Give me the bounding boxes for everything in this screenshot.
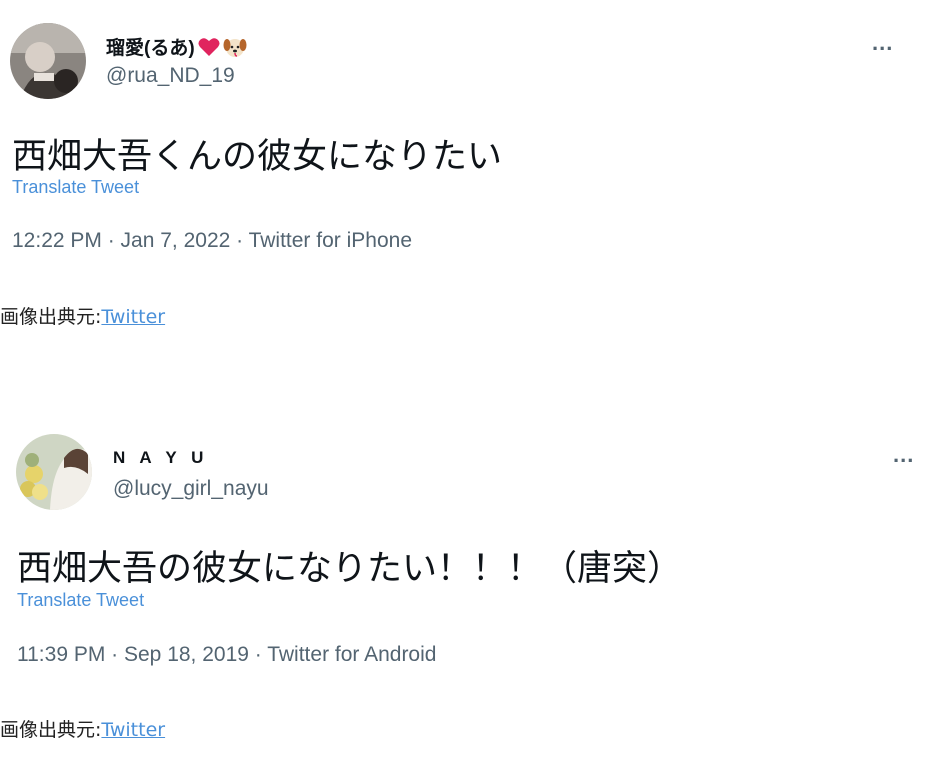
display-name[interactable]: 瑠愛(るあ) — [106, 33, 247, 60]
avatar[interactable] — [10, 23, 86, 99]
source-link[interactable]: Twitter — [101, 306, 165, 328]
avatar[interactable] — [16, 434, 92, 510]
avatar-image-icon — [16, 434, 92, 510]
source-prefix: 画像出典元: — [0, 719, 102, 741]
image-source: 画像出典元:Twitter — [0, 302, 165, 329]
dog-emoji-icon — [223, 35, 247, 59]
translate-tweet-link[interactable]: Translate Tweet — [17, 590, 144, 611]
handle[interactable]: @lucy_girl_nayu — [113, 477, 269, 501]
heart-emoji-icon — [197, 35, 221, 59]
source-prefix: 画像出典元: — [0, 306, 102, 328]
image-source: 画像出典元:Twitter — [0, 715, 165, 742]
handle[interactable]: @rua_ND_19 — [106, 64, 235, 88]
translate-tweet-link[interactable]: Translate Tweet — [12, 177, 139, 198]
avatar-image-icon — [10, 23, 86, 99]
display-name[interactable]: N A Y U — [113, 448, 208, 468]
tweet-timestamp[interactable]: 12:22 PM · Jan 7, 2022 · Twitter for iPh… — [12, 229, 412, 253]
source-link[interactable]: Twitter — [101, 719, 165, 741]
tweet-timestamp[interactable]: 11:39 PM · Sep 18, 2019 · Twitter for An… — [17, 643, 436, 667]
display-name-text: 瑠愛(るあ) — [106, 38, 195, 59]
tweet-text: 西畑大吾の彼女になりたい！！！（唐突） — [17, 549, 683, 589]
display-name-text: N A Y U — [113, 448, 209, 467]
more-options-icon[interactable]: ... — [893, 444, 914, 466]
more-options-icon[interactable]: ... — [872, 32, 893, 54]
tweet-card: N A Y U @lucy_girl_nayu ... 西畑大吾の彼女になりたい… — [0, 420, 934, 700]
tweet-card: 瑠愛(るあ) @rua_ND_19 ... 西畑大吾くんの彼女になりたい Tra… — [0, 0, 934, 280]
tweet-text: 西畑大吾くんの彼女になりたい — [12, 137, 503, 177]
